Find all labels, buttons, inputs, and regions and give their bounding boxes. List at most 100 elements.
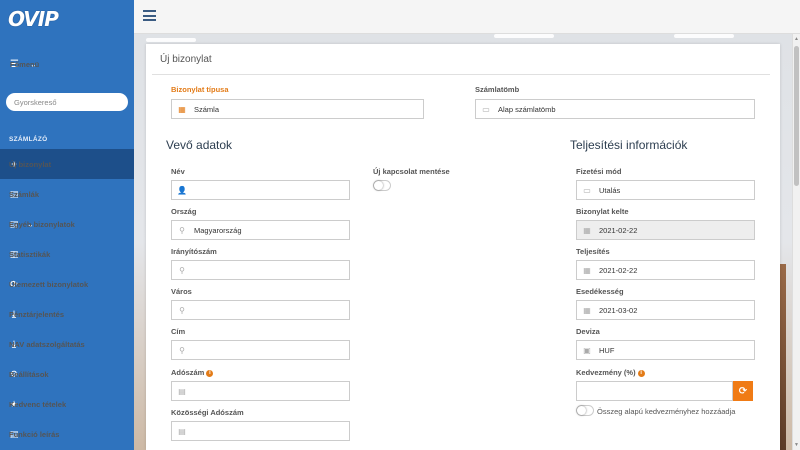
tax-label-text: Adószám xyxy=(171,368,205,377)
issue-date-label: Bizonylat kelte xyxy=(576,207,629,216)
main-menu-toggle[interactable]: ☰ Főmenü ⌄ xyxy=(0,38,134,90)
map-marker-icon: ⚲ xyxy=(179,225,185,235)
name-label: Név xyxy=(171,167,185,176)
map-marker-icon: ⚲ xyxy=(179,345,185,355)
currency-value: HUF xyxy=(599,345,615,355)
user-icon: 👤 xyxy=(177,185,187,195)
block-select[interactable]: ▭ Alap számlatömb xyxy=(475,99,755,119)
zip-input[interactable]: ⚲ xyxy=(171,260,350,280)
sidebar-item-label: NAV adatszolgáltatás xyxy=(9,339,85,349)
due-date-value: 2021-03-02 xyxy=(599,305,638,315)
amount-discount-label: Összeg alapú kedvezményhez hozzáadja xyxy=(597,407,736,416)
top-bar xyxy=(134,0,800,34)
issue-date-value: 2021-02-22 xyxy=(599,225,638,235)
eu-tax-label: Közösségi Adószám xyxy=(171,408,244,417)
doc-type-select[interactable]: ▦ Számla xyxy=(171,99,424,119)
sidebar-item-label: Funkció leírás xyxy=(9,429,60,439)
sidebar-item-label: Új bizonylat xyxy=(9,159,52,169)
discount-label: Kedvezmény (%) i xyxy=(576,368,645,377)
save-contact-toggle[interactable] xyxy=(373,180,391,191)
currency-label: Deviza xyxy=(576,327,600,336)
country-value: Magyarország xyxy=(194,225,242,235)
sidebar-item-label: Ütemezett bizonylatok xyxy=(9,279,89,289)
document-icon: ▤ xyxy=(178,386,186,396)
hamburger-menu-icon[interactable] xyxy=(143,10,156,21)
currency-select[interactable]: ▣ HUF xyxy=(576,340,755,360)
divider xyxy=(152,74,770,75)
due-date-input[interactable]: ▦ 2021-03-02 xyxy=(576,300,755,320)
block-label: Számlatömb xyxy=(475,85,520,94)
sidebar-item-label: Beállítások xyxy=(9,369,49,379)
logo-text: OVIP xyxy=(8,7,59,31)
fulfill-date-value: 2021-02-22 xyxy=(599,265,638,275)
sidebar-item-label: Statisztikák xyxy=(9,249,51,259)
new-document-panel: Új bizonylat Bizonylat típusa ▦ Számla S… xyxy=(146,44,780,450)
issue-date-input: ▦ 2021-02-22 xyxy=(576,220,755,240)
payment-select[interactable]: ▭ Utalás xyxy=(576,180,755,200)
city-input[interactable]: ⚲ xyxy=(171,300,350,320)
payment-label: Fizetési mód xyxy=(576,167,622,176)
block-value: Alap számlatömb xyxy=(498,104,556,114)
app-logo[interactable]: OVIP xyxy=(0,0,134,38)
sidebar-item-settings[interactable]: ⚙ Beállítások xyxy=(0,359,134,389)
city-label: Város xyxy=(171,287,192,296)
sidebar-item-cash-report[interactable]: ⤓ Pénztárjelentés xyxy=(0,299,134,329)
credit-card-icon: ▭ xyxy=(583,185,591,195)
grid-icon: ▦ xyxy=(178,104,186,114)
sidebar-item-label: Pénztárjelentés xyxy=(9,309,65,319)
info-icon[interactable]: i xyxy=(206,369,214,377)
fulfill-date-label: Teljesítés xyxy=(576,247,610,256)
save-contact-label: Új kapcsolat mentése xyxy=(373,167,450,176)
sidebar: OVIP ☰ Főmenü ⌄ Gyorskereső SZÁMLÁZÓ + Ú… xyxy=(0,0,134,450)
payment-value: Utalás xyxy=(599,185,621,195)
sidebar-item-favorite-items[interactable]: ★ Kedvenc tételek xyxy=(0,389,134,419)
name-input[interactable]: 👤 xyxy=(171,180,350,200)
scroll-up-icon[interactable]: ▲ xyxy=(794,36,799,42)
address-label: Cím xyxy=(171,327,186,336)
buyer-heading: Vevő adatok xyxy=(166,138,233,152)
calendar-icon: ▦ xyxy=(583,265,591,275)
sidebar-item-function-description[interactable]: ▤ Funkció leírás xyxy=(0,419,134,449)
sidebar-item-label: Egyéb bizonylatok xyxy=(9,219,75,229)
refresh-icon: ⟳ xyxy=(738,385,748,397)
sidebar-item-label: Számlák xyxy=(9,189,40,199)
panel-title: Új bizonylat xyxy=(160,54,212,65)
sidebar-item-scheduled-documents[interactable]: ⟳ Ütemezett bizonylatok xyxy=(0,269,134,299)
document-icon: ▤ xyxy=(178,426,186,436)
fulfillment-heading: Teljesítési információk xyxy=(570,138,688,152)
calendar-icon: ▦ xyxy=(583,225,591,235)
doc-type-label: Bizonylat típusa xyxy=(171,85,229,94)
eu-tax-input[interactable]: ▤ xyxy=(171,421,350,441)
quick-search-input[interactable]: Gyorskereső xyxy=(6,93,128,111)
money-icon: ▣ xyxy=(583,345,591,355)
discount-label-text: Kedvezmény (%) xyxy=(576,368,636,377)
sidebar-item-statistics[interactable]: ▥ Statisztikák xyxy=(0,239,134,269)
fulfill-date-input[interactable]: ▦ 2021-02-22 xyxy=(576,260,755,280)
sidebar-item-invoices[interactable]: ▤ Számlák xyxy=(0,179,134,209)
doc-type-value: Számla xyxy=(194,104,220,114)
map-marker-icon: ⚲ xyxy=(179,305,185,315)
main-menu-label: Főmenü xyxy=(10,59,40,69)
section-label: SZÁMLÁZÓ xyxy=(9,135,48,143)
sidebar-item-other-documents[interactable]: ▤ Egyéb bizonylatok ⌄ xyxy=(0,209,134,239)
address-input[interactable]: ⚲ xyxy=(171,340,350,360)
calendar-icon: ▦ xyxy=(583,305,591,315)
folder-icon: ▭ xyxy=(482,104,490,114)
sidebar-item-nav-reporting[interactable]: ⤓ NAV adatszolgáltatás xyxy=(0,329,134,359)
sidebar-item-new-document[interactable]: + Új bizonylat xyxy=(0,149,134,179)
zip-label: Irányítószám xyxy=(171,247,217,256)
discount-refresh-button[interactable]: ⟳ xyxy=(733,381,753,401)
scroll-down-icon[interactable]: ▼ xyxy=(794,442,799,448)
amount-discount-toggle[interactable] xyxy=(576,405,594,416)
country-input[interactable]: ⚲ Magyarország xyxy=(171,220,350,240)
due-date-label: Esedékesség xyxy=(576,287,624,296)
sidebar-item-label: Kedvenc tételek xyxy=(9,399,67,409)
discount-input[interactable] xyxy=(576,381,733,401)
country-label: Ország xyxy=(171,207,197,216)
map-marker-icon: ⚲ xyxy=(179,265,185,275)
info-icon[interactable]: i xyxy=(637,369,645,377)
quick-search-placeholder: Gyorskereső xyxy=(14,97,57,107)
page-scrollbar[interactable]: ▲ ▼ xyxy=(792,34,800,450)
tax-input[interactable]: ▤ xyxy=(171,381,350,401)
scrollbar-thumb[interactable] xyxy=(794,46,799,186)
